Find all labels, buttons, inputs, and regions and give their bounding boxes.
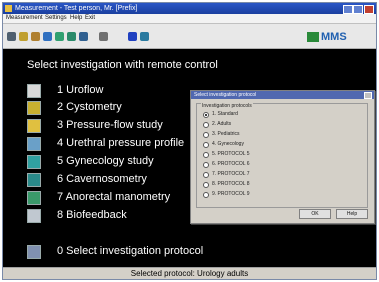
monitor-icon[interactable] bbox=[99, 32, 108, 41]
close-icon[interactable] bbox=[364, 5, 374, 14]
dialog-title-bar: Select investigation protocol bbox=[191, 91, 374, 99]
investigation-label: 6 Cavernosometry bbox=[57, 173, 147, 185]
menu-settings[interactable]: Settings bbox=[45, 14, 67, 23]
maximize-icon[interactable] bbox=[353, 5, 363, 14]
mms-logo: MMS bbox=[321, 31, 347, 43]
graph-icon[interactable] bbox=[43, 32, 52, 41]
radio-icon bbox=[203, 122, 209, 128]
radio-icon bbox=[203, 152, 209, 158]
help-button[interactable]: Help bbox=[336, 209, 368, 219]
protocol-dialog: Select investigation protocol Investigat… bbox=[190, 90, 375, 224]
protocol-label: 0 Select investigation protocol bbox=[57, 245, 204, 257]
menu-measurement[interactable]: Measurement bbox=[6, 14, 43, 23]
investigation-label: 5 Gynecology study bbox=[57, 155, 154, 167]
dialog-close-icon[interactable] bbox=[364, 92, 372, 99]
investigation-label: 7 Anorectal manometry bbox=[57, 191, 171, 203]
logo-icon bbox=[307, 32, 319, 42]
title-bar: Measurement - Test person, Mr. [Prefix] bbox=[3, 3, 376, 14]
help-icon[interactable] bbox=[79, 32, 88, 41]
anorectal-icon bbox=[27, 191, 41, 205]
radio-icon bbox=[203, 192, 209, 198]
pressure-flow-icon bbox=[27, 119, 41, 133]
tools-icon[interactable] bbox=[19, 32, 28, 41]
menu-bar: Measurement Settings Help Exit bbox=[3, 14, 376, 24]
protocol-group: Investigation protocols 1. Standard 2. A… bbox=[196, 103, 368, 208]
ok-button[interactable]: OK bbox=[299, 209, 331, 219]
investigation-label: 3 Pressure-flow study bbox=[57, 119, 163, 131]
book-icon[interactable] bbox=[140, 32, 149, 41]
toolbar: MMS bbox=[3, 24, 376, 49]
cystometry-icon bbox=[27, 101, 41, 115]
investigation-label: 8 Biofeedback bbox=[57, 209, 127, 221]
dialog-title: Select investigation protocol bbox=[194, 92, 257, 98]
investigation-label: 1 Uroflow bbox=[57, 84, 104, 96]
menu-exit[interactable]: Exit bbox=[85, 14, 95, 23]
uroflow-icon bbox=[27, 84, 41, 98]
radio-icon bbox=[203, 182, 209, 188]
panel-heading: Select investigation with remote control bbox=[27, 59, 218, 71]
cavernosometry-icon bbox=[27, 173, 41, 187]
investigation-label: 4 Urethral pressure profile bbox=[57, 137, 185, 149]
menu-help[interactable]: Help bbox=[70, 14, 82, 23]
app-icon bbox=[5, 5, 12, 12]
settings-icon[interactable] bbox=[31, 32, 40, 41]
radio-icon bbox=[203, 112, 209, 118]
investigation-label: 2 Cystometry bbox=[57, 101, 122, 113]
status-text: Selected protocol: Urology adults bbox=[130, 269, 249, 278]
application-window: Measurement - Test person, Mr. [Prefix] … bbox=[2, 2, 377, 280]
urethral-pressure-icon bbox=[27, 137, 41, 151]
group-label: Investigation protocols bbox=[201, 103, 253, 109]
run-icon[interactable] bbox=[7, 32, 16, 41]
chart-icon[interactable] bbox=[67, 32, 76, 41]
radio-icon bbox=[203, 162, 209, 168]
radio-icon bbox=[203, 142, 209, 148]
status-bar: Selected protocol: Urology adults bbox=[3, 267, 376, 279]
protocol-icon bbox=[27, 245, 41, 259]
radio-icon bbox=[203, 172, 209, 178]
person-icon[interactable] bbox=[55, 32, 64, 41]
arrow-icon[interactable] bbox=[128, 32, 137, 41]
minimize-icon[interactable] bbox=[343, 5, 353, 14]
window-title: Measurement - Test person, Mr. [Prefix] bbox=[15, 5, 138, 12]
biofeedback-icon bbox=[27, 209, 41, 223]
gynecology-icon bbox=[27, 155, 41, 169]
radio-icon bbox=[203, 132, 209, 138]
